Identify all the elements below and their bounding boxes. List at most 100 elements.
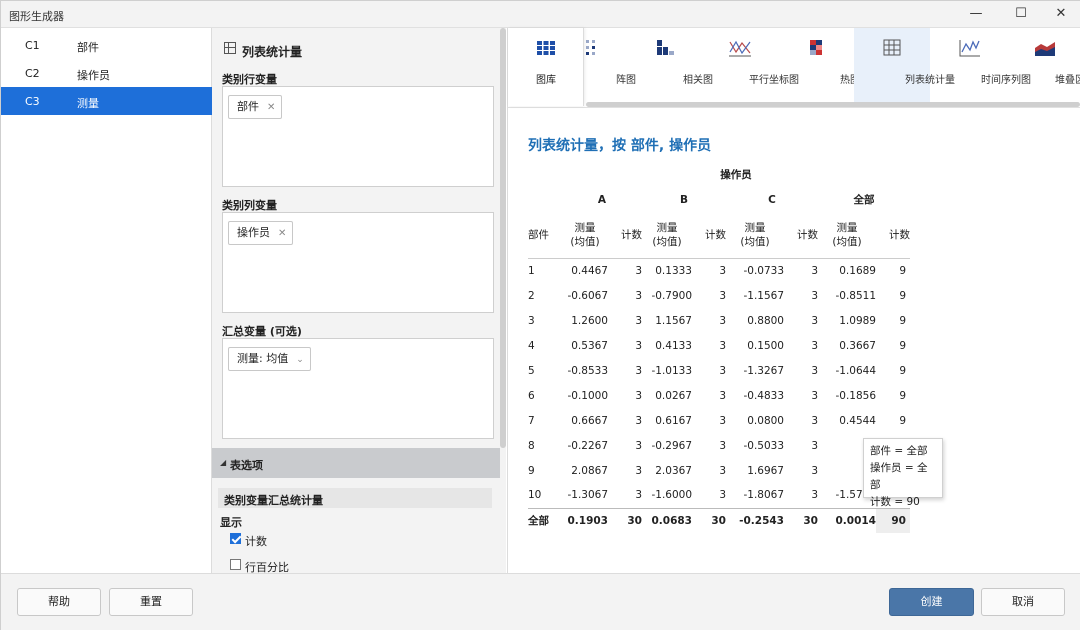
gallery-item-correlation[interactable]: 相关图 bbox=[634, 28, 713, 102]
chip-label: 部件 bbox=[237, 100, 259, 113]
count-checkbox[interactable] bbox=[230, 533, 241, 544]
reset-button[interactable]: 重置 bbox=[109, 588, 193, 616]
table-cell: 3 bbox=[811, 264, 818, 277]
row-header: 部件 bbox=[528, 229, 549, 242]
table-cell: 3 bbox=[719, 439, 726, 452]
table-cell: -0.0733 bbox=[743, 264, 784, 277]
column-variable-dropzone[interactable]: 操作员 ✕ bbox=[222, 212, 494, 313]
gallery-item-parallel[interactable]: 平行坐标图 bbox=[706, 28, 799, 102]
config-title-text: 列表统计量 bbox=[242, 45, 303, 59]
table-cell: 3 bbox=[811, 439, 818, 452]
gallery-scrollbar[interactable] bbox=[586, 102, 1080, 107]
display-label: 显示 bbox=[220, 516, 242, 529]
config-scrollbar[interactable] bbox=[500, 28, 506, 448]
column-level-header: 全部 bbox=[853, 194, 875, 206]
mean-header: 测量 bbox=[744, 221, 766, 234]
variable-item-c3[interactable]: C3 测量 bbox=[1, 87, 212, 115]
table-cell: 3 bbox=[635, 464, 642, 477]
table-cell: 3 bbox=[635, 314, 642, 327]
table-cell: 9 bbox=[899, 414, 906, 427]
mean-header: 测量 bbox=[574, 221, 596, 234]
table-cell: 3 bbox=[811, 414, 818, 427]
create-button[interactable]: 创建 bbox=[889, 588, 974, 616]
gallery-item-stacked-area[interactable]: 堆叠区域图 bbox=[1010, 28, 1080, 102]
gallery-item-heatmap[interactable]: 热图 bbox=[786, 28, 860, 102]
table-cell: 0.1333 bbox=[655, 264, 692, 277]
summary-variable-dropzone[interactable]: 测量: 均值 ⌄ bbox=[222, 338, 494, 439]
table-cell: 3 bbox=[811, 339, 818, 352]
window-title: 图形生成器 bbox=[9, 10, 64, 23]
table-cell: 0.5367 bbox=[571, 339, 608, 352]
variable-id: C2 bbox=[25, 67, 40, 80]
table-cell: 3 bbox=[635, 339, 642, 352]
help-button[interactable]: 帮助 bbox=[17, 588, 101, 616]
table-cell: 3 bbox=[635, 489, 642, 502]
column-variable-chip[interactable]: 操作员 ✕ bbox=[228, 221, 294, 245]
matrix-plot-icon bbox=[586, 40, 595, 55]
table-cell: -0.1000 bbox=[567, 389, 608, 402]
count-header: 计数 bbox=[889, 229, 910, 242]
table-cell: -0.8511 bbox=[835, 289, 876, 302]
table-row: 1 0.4467 3 0.1333 3 -0.0733 3 0.1689 9 bbox=[528, 258, 910, 283]
remove-icon[interactable]: ✕ bbox=[267, 102, 275, 113]
row-label: 7 bbox=[528, 414, 535, 427]
table-cell: 2.0367 bbox=[655, 464, 692, 477]
collapse-triangle-icon: ◢ bbox=[220, 458, 227, 467]
table-cell: 3 bbox=[811, 489, 818, 502]
maximize-button[interactable]: ☐ bbox=[1006, 5, 1036, 23]
table-cell: 0.4133 bbox=[655, 339, 692, 352]
gallery-library-button[interactable]: 图库 bbox=[508, 28, 584, 106]
variable-item-c1[interactable]: C1 部件 bbox=[1, 31, 212, 59]
gallery-item-timeseries[interactable]: 时间序列图 bbox=[934, 28, 1031, 102]
table-options-header[interactable]: ◢ 表选项 bbox=[212, 448, 500, 478]
parallel-coordinates-icon bbox=[729, 40, 751, 57]
table-cell: 9 bbox=[899, 289, 906, 302]
table-cell: -0.2543 bbox=[739, 514, 784, 527]
dialog-button-bar: 帮助 重置 创建 取消 bbox=[1, 573, 1080, 630]
table-row: 7 0.6667 3 0.6167 3 0.0800 3 0.4544 9 bbox=[528, 408, 910, 433]
column-level-header: B bbox=[679, 193, 688, 206]
table-cell: 3 bbox=[811, 289, 818, 302]
table-cell: -1.0133 bbox=[651, 364, 692, 377]
table-cell: 9 bbox=[899, 389, 906, 402]
table-cell: 0.0267 bbox=[655, 389, 692, 402]
variable-name: 操作员 bbox=[77, 69, 110, 82]
table-cell: 3 bbox=[719, 489, 726, 502]
mean-header-sub: (均值) bbox=[652, 235, 682, 248]
remove-icon[interactable]: ✕ bbox=[278, 228, 286, 239]
table-cell: -1.8067 bbox=[743, 489, 784, 502]
chevron-down-icon[interactable]: ⌄ bbox=[296, 355, 304, 365]
table-cell: 0.6667 bbox=[571, 414, 608, 427]
summary-variable-chip[interactable]: 测量: 均值 ⌄ bbox=[228, 347, 311, 371]
minimize-button[interactable]: — bbox=[961, 5, 991, 23]
table-cell: 1.6967 bbox=[747, 464, 784, 477]
row-label: 8 bbox=[528, 439, 535, 452]
title-bar: 图形生成器 — ☐ ✕ bbox=[1, 1, 1080, 27]
row-label: 9 bbox=[528, 464, 535, 477]
variable-item-c2[interactable]: C2 操作员 bbox=[1, 59, 212, 87]
row-label: 2 bbox=[528, 289, 535, 302]
table-cell: 30 bbox=[711, 514, 726, 527]
row-variable-chip[interactable]: 部件 ✕ bbox=[228, 95, 283, 119]
gallery-item-tabulated[interactable]: 列表统计量 bbox=[854, 28, 955, 102]
table-cell: -1.3267 bbox=[743, 364, 784, 377]
stacked-area-icon bbox=[1035, 42, 1055, 56]
row-variable-dropzone[interactable]: 部件 ✕ bbox=[222, 86, 494, 187]
row-percent-checkbox[interactable] bbox=[230, 559, 241, 570]
config-title: 列表统计量 bbox=[224, 42, 303, 60]
chart-gallery: 阵图 相关图 平行坐标图 热图 列表统计量 时间序列图 堆叠 图库 bbox=[508, 28, 1080, 108]
summary-stats-subsection: 类别变量汇总统计量 bbox=[218, 488, 492, 508]
table-cell: 0.3667 bbox=[839, 339, 876, 352]
table-cell-hovered[interactable]: 90 bbox=[876, 508, 910, 533]
table-cell: 3 bbox=[719, 414, 726, 427]
table-row: 5 -0.8533 3 -1.0133 3 -1.3267 3 -1.0644 9 bbox=[528, 358, 910, 383]
close-button[interactable]: ✕ bbox=[1046, 5, 1076, 23]
row-label: 3 bbox=[528, 314, 535, 327]
main-content: C1 部件 C2 操作员 C3 测量 列表统计量 类别行变量 部件 ✕ 类别列变… bbox=[1, 27, 1080, 574]
table-cell: 0.1689 bbox=[839, 264, 876, 277]
cancel-button[interactable]: 取消 bbox=[981, 588, 1065, 616]
table-cell: -0.2967 bbox=[651, 439, 692, 452]
table-cell: 0.8800 bbox=[747, 314, 784, 327]
tabulated-statistics-table: 操作员 A B C 全部 部件 测量 (均值) 计数 测量 (均值) 计数 测量 (均… bbox=[528, 162, 910, 533]
table-cell: 1.2600 bbox=[571, 314, 608, 327]
